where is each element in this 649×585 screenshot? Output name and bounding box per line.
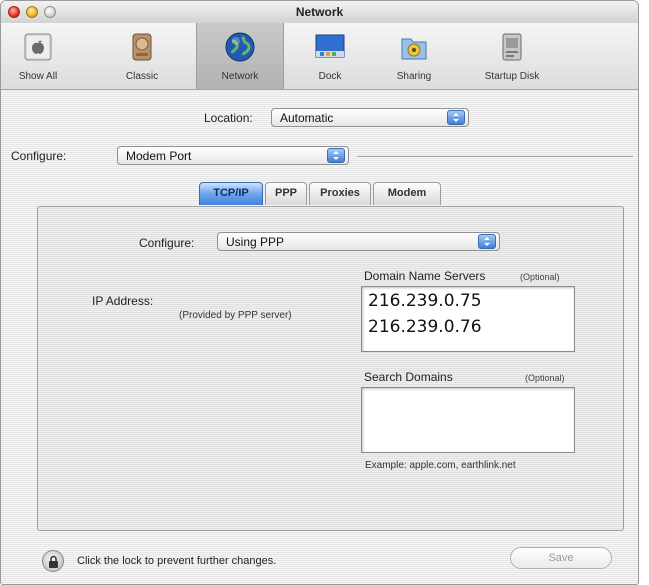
tab-proxies[interactable]: Proxies bbox=[309, 182, 371, 205]
tab-ppp[interactable]: PPP bbox=[265, 182, 307, 205]
toolbar-item-label: Network bbox=[221, 71, 259, 82]
search-domains-optional-label: (Optional) bbox=[525, 373, 565, 383]
toolbar-item-dock[interactable]: Dock bbox=[297, 23, 363, 89]
ip-address-note: (Provided by PPP server) bbox=[179, 310, 292, 321]
tab-tcpip[interactable]: TCP/IP bbox=[199, 182, 263, 205]
dock-icon bbox=[314, 31, 346, 63]
title-bar: Network bbox=[1, 1, 638, 24]
dns-optional-label: (Optional) bbox=[520, 272, 560, 282]
disk-icon bbox=[496, 31, 528, 63]
tcpip-configure-popup[interactable]: Using PPP bbox=[217, 232, 500, 251]
toolbar-item-label: Dock bbox=[318, 71, 342, 82]
dns-server-entry: 216.239.0.75 bbox=[368, 291, 482, 311]
tab-modem[interactable]: Modem bbox=[373, 182, 441, 205]
popup-arrows-icon bbox=[478, 234, 496, 249]
lock-icon bbox=[49, 555, 58, 568]
toolbar-item-classic[interactable]: Classic bbox=[109, 23, 175, 89]
toolbar-item-label: Sharing bbox=[396, 71, 432, 82]
location-popup[interactable]: Automatic bbox=[271, 108, 469, 127]
globe-icon bbox=[224, 31, 256, 63]
tcpip-configure-value: Using PPP bbox=[226, 235, 285, 249]
location-value: Automatic bbox=[280, 111, 334, 125]
search-domains-label: Search Domains bbox=[364, 370, 453, 384]
window-title: Network bbox=[295, 5, 344, 19]
search-domains-example: Example: apple.com, earthlink.net bbox=[365, 460, 516, 471]
toolbar-item-label: Startup Disk bbox=[484, 71, 540, 82]
apple-icon bbox=[22, 31, 54, 63]
save-button[interactable]: Save bbox=[510, 547, 612, 569]
popup-arrows-icon bbox=[447, 110, 465, 125]
tcpip-configure-label: Configure: bbox=[139, 236, 195, 250]
dns-servers-field[interactable]: 216.239.0.75 216.239.0.76 bbox=[361, 286, 575, 352]
toolbar-item-label: Classic bbox=[125, 71, 159, 82]
lock-button[interactable] bbox=[42, 550, 64, 572]
toolbar-item-label: Show All bbox=[18, 71, 58, 82]
dns-server-entry: 216.239.0.76 bbox=[368, 317, 482, 337]
toolbar-item-startup-disk[interactable]: Startup Disk bbox=[469, 23, 555, 89]
tcpip-panel bbox=[37, 206, 624, 531]
popup-arrows-icon bbox=[327, 148, 345, 163]
toolbar-item-show-all[interactable]: Show All bbox=[9, 23, 67, 89]
toolbar-item-network[interactable]: Network bbox=[196, 23, 284, 89]
dns-label: Domain Name Servers bbox=[364, 269, 486, 283]
separator bbox=[357, 156, 633, 158]
location-label: Location: bbox=[204, 111, 253, 125]
ip-address-label: IP Address: bbox=[92, 294, 154, 308]
lock-message: Click the lock to prevent further change… bbox=[77, 555, 277, 567]
preferences-toolbar: Show All Classic Network Dock Sharing St… bbox=[1, 23, 638, 90]
configure-port-value: Modem Port bbox=[126, 149, 192, 163]
classic-icon bbox=[126, 31, 158, 63]
network-preferences-window: Network Show All Classic Network Dock Sh… bbox=[0, 0, 639, 585]
search-domains-field[interactable] bbox=[361, 387, 575, 453]
configure-port-label: Configure: bbox=[11, 149, 67, 163]
sharing-folder-icon bbox=[398, 31, 430, 63]
configure-port-popup[interactable]: Modem Port bbox=[117, 146, 349, 165]
toolbar-item-sharing[interactable]: Sharing bbox=[381, 23, 447, 89]
